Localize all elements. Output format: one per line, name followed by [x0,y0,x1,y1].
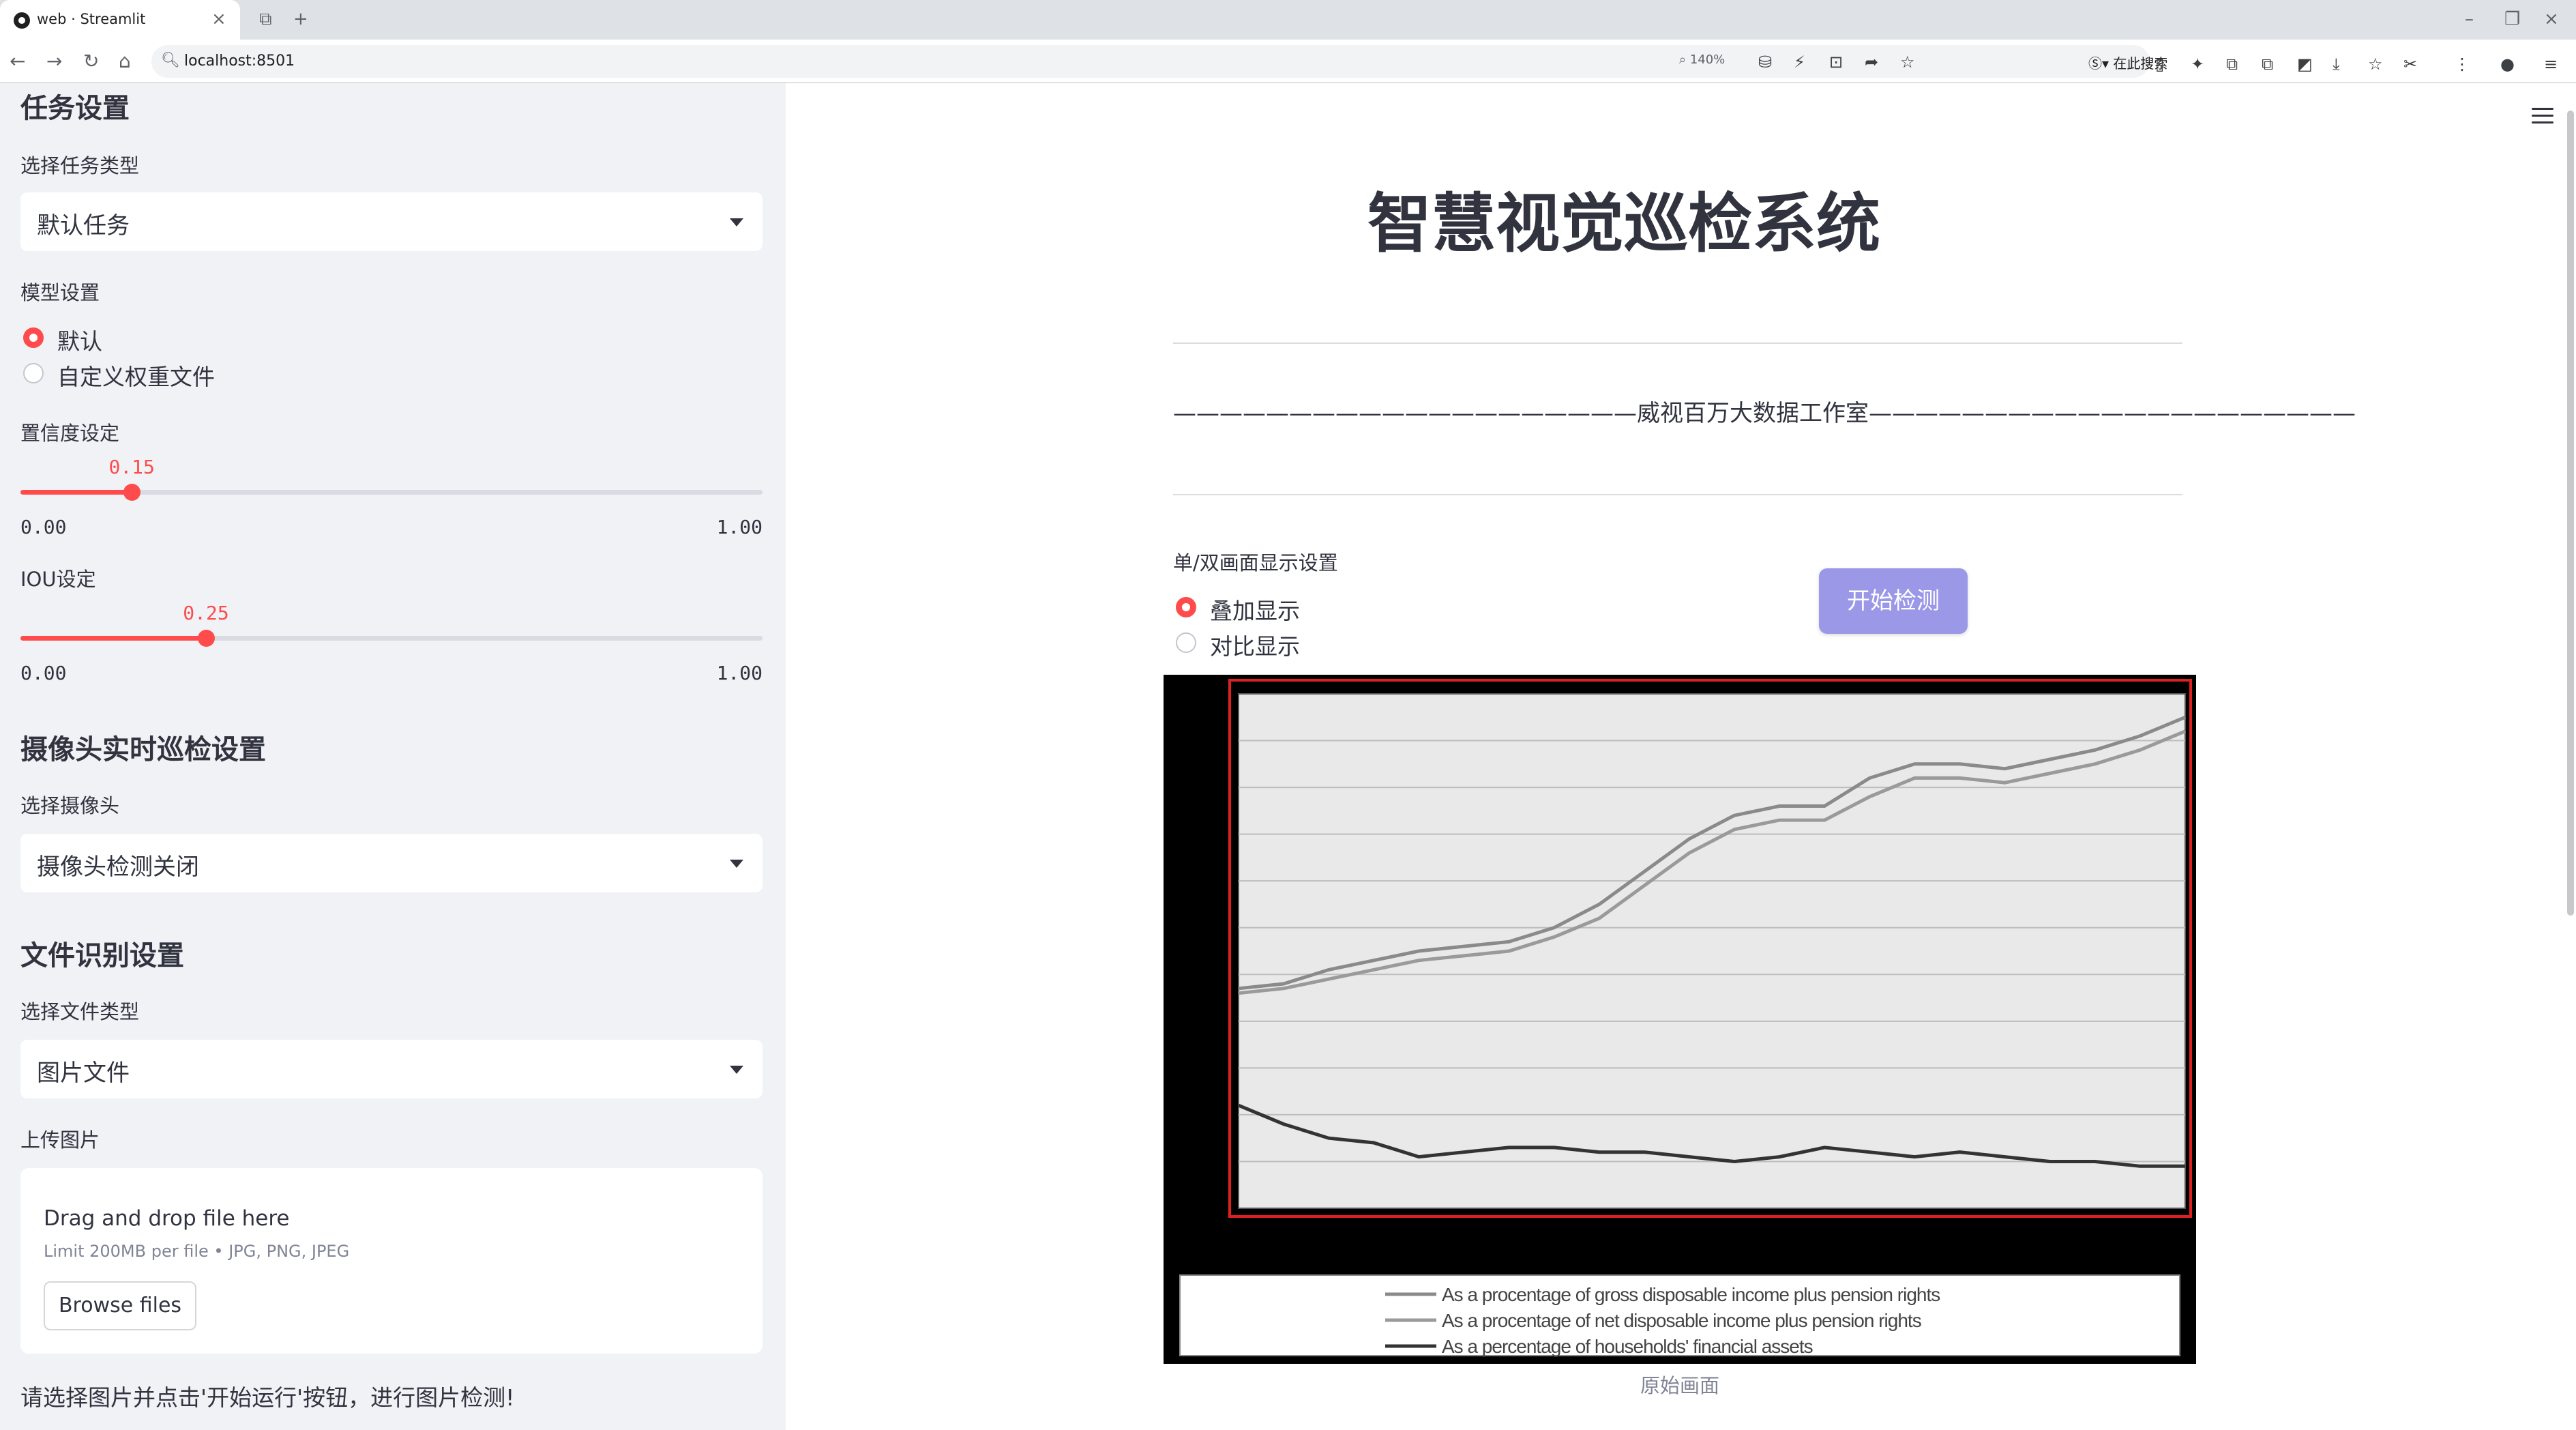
browse-files-button[interactable]: Browse files [44,1281,196,1330]
back-icon[interactable]: ← [10,48,25,75]
slider-max: 1.00 [716,516,763,538]
upload-label: 上传图片 [20,1128,100,1152]
chevron-down-icon [730,1066,743,1074]
file-type-label: 选择文件类型 [20,1000,140,1023]
tab-close-icon[interactable]: × [211,8,226,30]
download-icon[interactable]: ⤓ [2333,55,2340,74]
display-option-label: 叠加显示 [1210,598,1300,624]
url-text: localhost:8501 [184,53,295,70]
camera-select[interactable]: 摄像头检测关闭 [20,834,763,892]
sidebar: 任务设置 选择任务类型 默认任务 模型设置 默认 自定义权重文件 置信度设定 0… [0,83,786,1430]
forward-icon[interactable]: → [46,48,62,75]
reload-icon[interactable]: ↻ [83,48,99,75]
dropzone-limit: Limit 200MB per file • JPG, PNG, JPEG [44,1242,350,1261]
new-tab-icon[interactable]: + [293,8,308,30]
legend-label: As a percentage of households' financial… [1442,1336,1813,1357]
camera-settings-heading: 摄像头实时巡检设置 [20,734,266,765]
slider-value: 0.25 [183,602,229,624]
minimize-icon[interactable]: – [2465,5,2474,33]
url-field[interactable]: 🔍︎ localhost:8501 ⌕ 140% ⛁ ⚡ ⊡ ➦ ☆ Ⓢ▾ 在此… [151,45,2167,78]
confidence-slider[interactable]: 0.15 0.00 1.00 [20,456,763,538]
tab-title: web · Streamlit [37,11,146,27]
extension-icon[interactable]: ⧉ [2226,55,2238,74]
display-option-label: 对比显示 [1210,633,1300,660]
browser-tab[interactable]: web · Streamlit × [0,0,240,40]
tab-search-icon[interactable]: ⧉ [259,8,272,30]
file-type-value: 图片文件 [37,1060,130,1087]
slider-fill [20,490,132,495]
window-close-icon[interactable]: × [2544,5,2559,33]
plot-area [1238,693,2186,1209]
reader-icon[interactable]: ▯ [2155,55,2164,74]
bookmark-star-icon[interactable]: ☆ [1900,53,1915,72]
share-icon[interactable]: ➦ [1865,53,1878,72]
slider-thumb[interactable] [123,484,141,501]
instruction-note: 请选择图片并点击'开始运行'按钮，进行图片检测! [20,1384,515,1411]
radio-selected-icon[interactable] [1176,597,1196,617]
page-title: 智慧视觉巡检系统 [1367,187,1880,261]
slider-min: 0.00 [20,662,67,684]
streamlit-favicon-icon [14,12,30,29]
detection-image: As a procentage of gross disposable inco… [1164,675,2196,1364]
capture-icon[interactable]: ⊡ [1829,53,1843,72]
iou-label: IOU设定 [20,568,96,591]
divider [1173,342,2182,344]
extension-icon[interactable]: ◩ [2297,55,2313,74]
home-icon[interactable]: ⌂ [119,48,131,75]
bolt-icon[interactable]: ⚡ [1794,53,1805,72]
file-type-select[interactable]: 图片文件 [20,1040,763,1098]
image-caption: 原始画面 [1640,1374,1719,1397]
start-detection-button[interactable]: 开始检测 [1819,568,1968,634]
chevron-down-icon [730,218,743,227]
task-settings-heading: 任务设置 [20,93,130,124]
line-chart: As a procentage of gross disposable inco… [1179,679,2192,1357]
radio-selected-icon[interactable] [23,327,44,348]
studio-subtitle: ————————————————————威视百万大数据工作室——————————… [1173,400,2356,427]
legend-label: As a procentage of net disposable income… [1442,1310,1921,1331]
restore-icon[interactable]: ❐ [2504,5,2520,33]
file-settings-heading: 文件识别设置 [20,940,184,972]
slider-fill [20,636,206,641]
task-type-value: 默认任务 [37,212,130,239]
site-info-icon[interactable]: 🔍︎ [161,52,180,69]
iou-slider[interactable]: 0.25 0.00 1.00 [20,602,763,684]
address-bar: ← → ↻ ⌂ 🔍︎ localhost:8501 ⌕ 140% ⛁ ⚡ ⊡ ➦… [0,40,2576,83]
slider-thumb[interactable] [198,630,215,647]
dropzone-title: Drag and drop file here [44,1206,290,1231]
display-mode-label: 单/双画面显示设置 [1173,551,1338,574]
camera-label: 选择摄像头 [20,794,120,817]
camera-value: 摄像头检测关闭 [37,853,199,881]
translate-icon[interactable]: ⛁ [1758,53,1772,72]
chevron-down-icon [730,860,743,868]
browser-menu-icon[interactable]: ≡ [2544,55,2558,74]
scrollbar[interactable] [2567,111,2574,916]
slider-min: 0.00 [20,516,67,538]
favorites-icon[interactable]: ☆ [2368,55,2383,74]
main-content: 智慧视觉巡检系统 ————————————————————威视百万大数据工作室—… [786,83,2576,1430]
more-icon[interactable]: ⋮ [2454,55,2470,74]
radio-unselected-icon[interactable] [23,363,44,383]
slider-value: 0.15 [108,456,155,478]
zoom-level: 140% [1689,53,1726,67]
avatar[interactable]: ● [2500,55,2515,74]
screenshot-icon[interactable]: ✂ [2403,55,2417,74]
file-dropzone[interactable]: Drag and drop file here Limit 200MB per … [20,1168,763,1354]
model-option-label: 自定义权重文件 [57,364,215,390]
task-type-select[interactable]: 默认任务 [20,192,763,251]
browser-tab-bar: web · Streamlit × ⧉ + – ❐ × [0,0,2576,40]
legend-label: As a procentage of gross disposable inco… [1442,1284,1940,1305]
slider-max: 1.00 [716,662,763,684]
extension-icon[interactable]: ⧉ [2262,55,2273,74]
confidence-label: 置信度设定 [20,422,120,445]
model-settings-label: 模型设置 [20,281,100,304]
model-option-label: 默认 [57,328,102,355]
zoom-indicator[interactable]: ⌕ 140% [1679,53,1725,67]
task-type-label: 选择任务类型 [20,154,140,177]
hamburger-menu-icon[interactable] [2532,108,2553,124]
divider [1173,494,2182,495]
extension-icon[interactable]: ✦ [2191,55,2204,74]
radio-unselected-icon[interactable] [1176,632,1196,653]
